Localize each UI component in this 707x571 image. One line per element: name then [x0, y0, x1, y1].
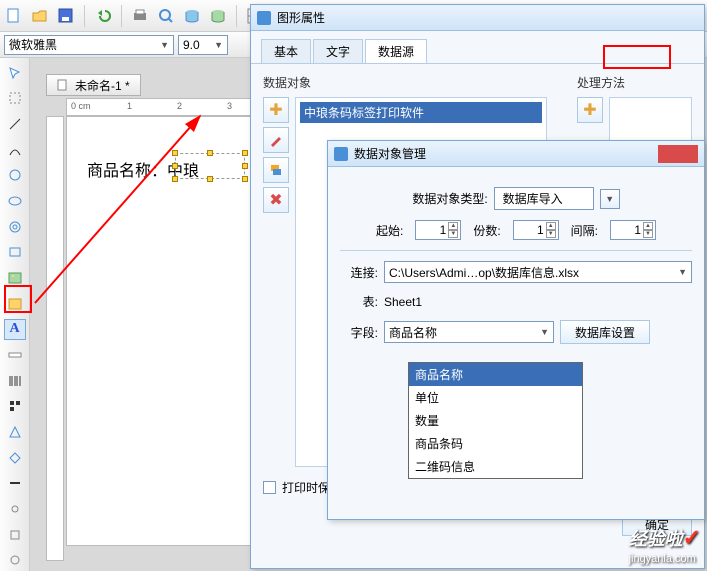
tab-datasource[interactable]: 数据源 — [365, 39, 427, 63]
ruler-vertical — [46, 116, 64, 561]
canvas[interactable]: 商品名称：中琅 — [66, 116, 266, 546]
print-icon[interactable] — [130, 6, 150, 26]
win1-titlebar[interactable]: 图形属性 — [251, 5, 704, 31]
selection — [175, 153, 245, 179]
left-tool-strip: A — [0, 58, 30, 571]
font-size: 9.0 — [183, 38, 200, 52]
count-spinner[interactable]: 1▲▼ — [513, 220, 559, 240]
link-icon[interactable] — [4, 498, 26, 520]
win1-tabs: 基本 文字 数据源 — [251, 31, 704, 64]
ruler-unit: 0 cm — [71, 101, 91, 111]
pointer-icon[interactable] — [4, 62, 26, 84]
gap-spinner[interactable]: 1▲▼ — [610, 220, 656, 240]
ring-icon[interactable] — [4, 216, 26, 238]
tab-basic[interactable]: 基本 — [261, 39, 311, 63]
shape1-icon[interactable] — [4, 524, 26, 546]
table-value: Sheet1 — [384, 295, 422, 309]
edit-button[interactable] — [263, 127, 289, 153]
close-button[interactable] — [658, 145, 698, 163]
add-button[interactable]: ✚ — [263, 97, 289, 123]
type-label: 数据对象类型: — [412, 190, 487, 207]
undo-icon[interactable] — [93, 6, 113, 26]
conn-combo[interactable]: C:\Users\Admi…op\数据库信息.xlsx▼ — [384, 261, 692, 283]
dd-item-3[interactable]: 商品条码 — [409, 432, 582, 455]
print-save-checkbox[interactable] — [263, 481, 276, 494]
new-icon[interactable] — [4, 6, 24, 26]
data-object-label: 数据对象 — [263, 74, 547, 91]
win1-title: 图形属性 — [277, 9, 325, 26]
type-dropdown[interactable]: ▼ — [600, 189, 620, 209]
preview-icon[interactable] — [156, 6, 176, 26]
layers-button[interactable] — [263, 157, 289, 183]
watermark: 经验啦✓ jingyanla.com — [629, 525, 701, 565]
tab-text[interactable]: 文字 — [313, 39, 363, 63]
qrcode-icon[interactable] — [4, 396, 26, 418]
open-icon[interactable] — [30, 6, 50, 26]
barcode-icon[interactable] — [4, 370, 26, 392]
db-icon[interactable] — [182, 6, 202, 26]
shape2-icon[interactable] — [4, 549, 26, 571]
font-name: 微软雅黑 — [9, 36, 57, 53]
image-icon[interactable] — [4, 267, 26, 289]
db2-icon[interactable] — [208, 6, 228, 26]
dd-item-1[interactable]: 单位 — [409, 386, 582, 409]
font-size-select[interactable]: 9.0 ▼ — [178, 35, 228, 55]
start-label: 起始: — [376, 222, 403, 239]
conn-label: 连接: — [340, 264, 378, 281]
chevron-down-icon: ▼ — [214, 40, 223, 50]
rect-icon[interactable] — [4, 242, 26, 264]
doc-tab[interactable]: 未命名-1 * — [46, 74, 141, 96]
window-icon — [257, 11, 271, 25]
win2-titlebar[interactable]: 数据对象管理 — [328, 141, 704, 167]
field-label: 字段: — [340, 324, 378, 341]
count-label: 份数: — [473, 222, 500, 239]
line-icon[interactable] — [4, 113, 26, 135]
dd-item-2[interactable]: 数量 — [409, 409, 582, 432]
delete-button[interactable]: ✖ — [263, 187, 289, 213]
doc-tab-title: 未命名-1 * — [75, 77, 130, 94]
ellipse-icon[interactable] — [4, 190, 26, 212]
doc-icon — [57, 79, 69, 91]
db-settings-button[interactable]: 数据库设置 — [560, 320, 650, 344]
method-label: 处理方法 — [577, 74, 692, 91]
minus-icon[interactable] — [4, 473, 26, 495]
type-value: 数据库导入 — [494, 187, 594, 210]
text-icon[interactable]: A — [4, 319, 26, 341]
image2-icon[interactable] — [4, 293, 26, 315]
diamond-icon[interactable] — [4, 447, 26, 469]
triangle-icon[interactable] — [4, 421, 26, 443]
dd-item-0[interactable]: 商品名称 — [409, 363, 582, 386]
gap-label: 间隔: — [571, 222, 598, 239]
window-icon — [334, 147, 348, 161]
select-icon[interactable] — [4, 88, 26, 110]
field-dropdown-list: 商品名称 单位 数量 商品条码 二维码信息 — [408, 362, 583, 479]
circle-icon[interactable] — [4, 165, 26, 187]
table-label: 表: — [340, 293, 378, 310]
dd-item-4[interactable]: 二维码信息 — [409, 455, 582, 478]
field-combo[interactable]: 商品名称▼ — [384, 321, 554, 343]
data-object-item[interactable]: 中琅条码标签打印软件 — [300, 102, 542, 123]
font-select[interactable]: 微软雅黑 ▼ — [4, 35, 174, 55]
start-spinner[interactable]: 1▲▼ — [415, 220, 461, 240]
method-add-button[interactable]: ✚ — [577, 97, 603, 123]
chevron-down-icon: ▼ — [160, 40, 169, 50]
save-icon[interactable] — [56, 6, 76, 26]
curve-icon[interactable] — [4, 139, 26, 161]
win2-title: 数据对象管理 — [354, 145, 426, 162]
ruler-icon[interactable] — [4, 344, 26, 366]
win2-body: 数据对象类型: 数据库导入 ▼ 起始: 1▲▼ 份数: 1▲▼ 间隔: 1▲▼ … — [328, 167, 704, 364]
